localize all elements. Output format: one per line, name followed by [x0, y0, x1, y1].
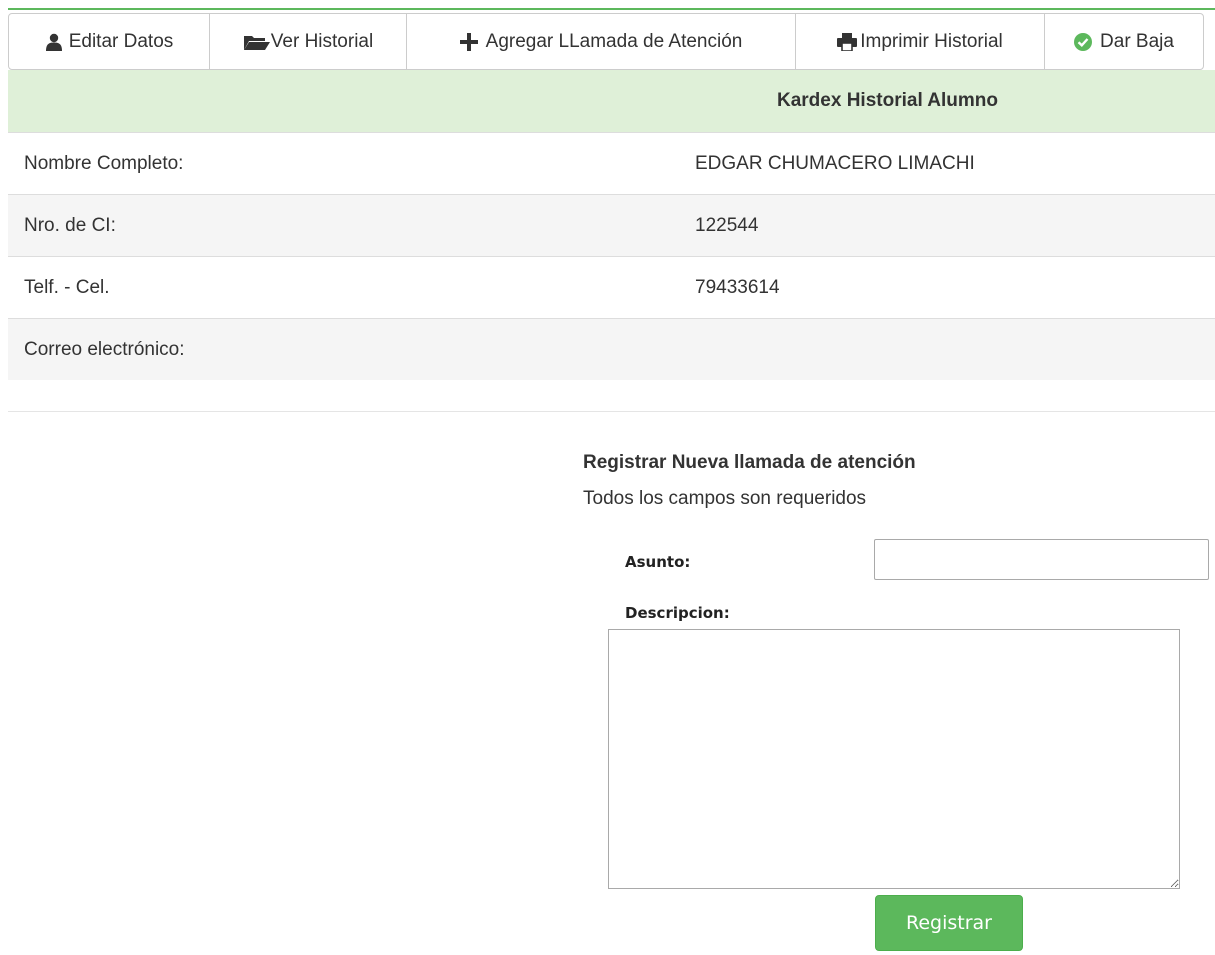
row-label: Nro. de CI: [24, 214, 116, 236]
kardex-table: Kardex Historial Alumno Nombre Completo:… [8, 70, 1215, 380]
action-toolbar: Editar Datos Ver Historial Agregar LLama… [8, 13, 1204, 70]
row-value: 122544 [695, 214, 759, 236]
agregar-llamada-label: Agregar LLamada de Atención [485, 30, 743, 52]
dar-baja-label: Dar Baja [1100, 30, 1174, 52]
plus-icon [459, 32, 478, 51]
ver-historial-button[interactable]: Ver Historial [209, 13, 407, 70]
imprimir-historial-button[interactable]: Imprimir Historial [795, 13, 1045, 70]
kardex-header: Kardex Historial Alumno [8, 70, 1215, 132]
registrar-button[interactable]: Registrar [875, 895, 1023, 951]
kardex-row-nombre: Nombre Completo: EDGAR CHUMACERO LIMACHI [8, 132, 1215, 194]
editar-datos-label: Editar Datos [68, 30, 174, 52]
asunto-label: Asunto: [625, 553, 691, 571]
descripcion-textarea[interactable] [608, 629, 1180, 889]
folder-open-icon [243, 33, 271, 51]
form-title: Registrar Nueva llamada de atención [583, 452, 916, 473]
row-label: Correo electrónico: [24, 338, 185, 360]
kardex-row-correo: Correo electrónico: [8, 318, 1215, 380]
row-value: EDGAR CHUMACERO LIMACHI [695, 152, 975, 174]
print-icon [837, 32, 858, 51]
section-divider [8, 411, 1215, 412]
asunto-input[interactable] [874, 539, 1209, 580]
check-circle-icon [1074, 32, 1093, 51]
row-label: Nombre Completo: [24, 152, 184, 174]
kardex-title: Kardex Historial Alumno [777, 90, 999, 111]
descripcion-label: Descripcion: [625, 604, 730, 622]
user-icon [45, 33, 63, 51]
ver-historial-label: Ver Historial [270, 30, 374, 52]
agregar-llamada-button[interactable]: Agregar LLamada de Atención [406, 13, 796, 70]
row-label: Telf. - Cel. [24, 276, 110, 298]
imprimir-historial-label: Imprimir Historial [860, 30, 1003, 52]
dar-baja-button[interactable]: Dar Baja [1044, 13, 1204, 70]
top-accent-line [8, 8, 1215, 10]
row-value: 79433614 [695, 276, 780, 298]
kardex-row-telefono: Telf. - Cel. 79433614 [8, 256, 1215, 318]
form-subtitle: Todos los campos son requeridos [583, 488, 867, 509]
editar-datos-button[interactable]: Editar Datos [8, 13, 210, 70]
kardex-row-ci: Nro. de CI: 122544 [8, 194, 1215, 256]
